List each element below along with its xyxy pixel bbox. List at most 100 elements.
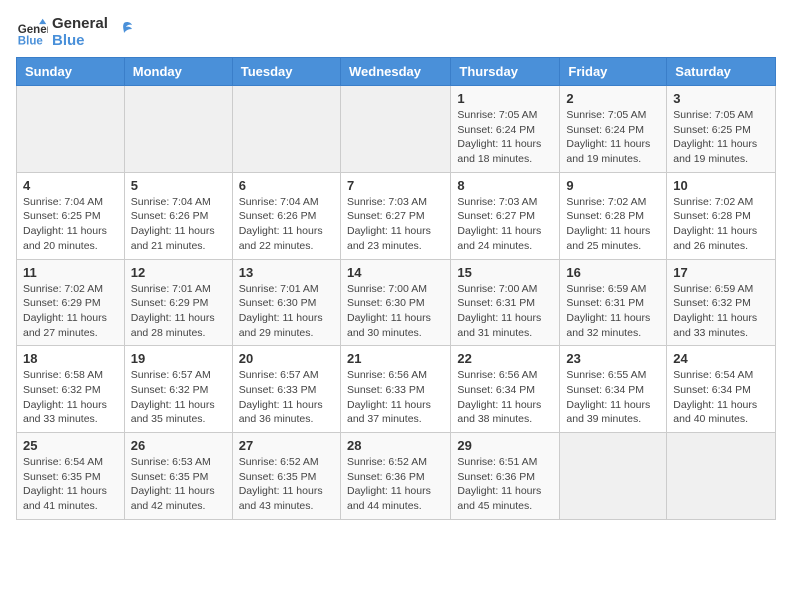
svg-text:Blue: Blue [18, 35, 44, 47]
calendar-cell [232, 86, 340, 173]
day-number: 16 [566, 265, 660, 280]
calendar-cell: 22 Sunrise: 6:56 AM Sunset: 6:34 PM Dayli… [451, 346, 560, 433]
calendar-cell [560, 433, 667, 520]
day-number: 20 [239, 351, 334, 366]
header: General Blue General Blue [16, 16, 776, 49]
weekday-header: Monday [124, 58, 232, 86]
day-number: 19 [131, 351, 226, 366]
day-info: Sunrise: 7:02 AM Sunset: 6:28 PM Dayligh… [673, 195, 769, 254]
calendar-week-row: 18 Sunrise: 6:58 AM Sunset: 6:32 PM Dayli… [17, 346, 776, 433]
day-number: 12 [131, 265, 226, 280]
day-number: 25 [23, 438, 118, 453]
svg-text:General: General [18, 24, 48, 36]
calendar-cell: 3Sunrise: 7:05 AM Sunset: 6:25 PM Daylig… [667, 86, 776, 173]
day-info: Sunrise: 7:05 AM Sunset: 6:24 PM Dayligh… [457, 108, 553, 167]
calendar-cell: 11Sunrise: 7:02 AM Sunset: 6:29 PM Dayli… [17, 259, 125, 346]
weekday-header: Wednesday [340, 58, 450, 86]
day-info: Sunrise: 7:01 AM Sunset: 6:30 PM Dayligh… [239, 282, 334, 341]
day-number: 10 [673, 178, 769, 193]
calendar-cell [340, 86, 450, 173]
calendar-cell: 6Sunrise: 7:04 AM Sunset: 6:26 PM Daylig… [232, 172, 340, 259]
day-number: 27 [239, 438, 334, 453]
calendar-cell: 24Sunrise: 6:54 AM Sunset: 6:34 PM Dayli… [667, 346, 776, 433]
day-info: Sunrise: 7:05 AM Sunset: 6:24 PM Dayligh… [566, 108, 660, 167]
day-number: 13 [239, 265, 334, 280]
calendar-cell: 19Sunrise: 6:57 AM Sunset: 6:32 PM Dayli… [124, 346, 232, 433]
weekday-header: Saturday [667, 58, 776, 86]
calendar-cell: 8 Sunrise: 7:03 AM Sunset: 6:27 PM Daylig… [451, 172, 560, 259]
day-number: 5 [131, 178, 226, 193]
weekday-header: Tuesday [232, 58, 340, 86]
calendar-cell: 26 Sunrise: 6:53 AM Sunset: 6:35 PM Dayli… [124, 433, 232, 520]
logo-icon: General Blue [16, 17, 48, 49]
calendar-cell: 14 Sunrise: 7:00 AM Sunset: 6:30 PM Dayli… [340, 259, 450, 346]
calendar-week-row: 11Sunrise: 7:02 AM Sunset: 6:29 PM Dayli… [17, 259, 776, 346]
day-info: Sunrise: 7:02 AM Sunset: 6:28 PM Dayligh… [566, 195, 660, 254]
calendar-cell: 9 Sunrise: 7:02 AM Sunset: 6:28 PM Daylig… [560, 172, 667, 259]
day-info: Sunrise: 7:01 AM Sunset: 6:29 PM Dayligh… [131, 282, 226, 341]
calendar-cell: 12 Sunrise: 7:01 AM Sunset: 6:29 PM Dayli… [124, 259, 232, 346]
calendar-week-row: 4 Sunrise: 7:04 AM Sunset: 6:25 PM Daylig… [17, 172, 776, 259]
day-number: 15 [457, 265, 553, 280]
day-number: 17 [673, 265, 769, 280]
day-info: Sunrise: 6:52 AM Sunset: 6:36 PM Dayligh… [347, 455, 444, 514]
weekday-header: Friday [560, 58, 667, 86]
day-number: 9 [566, 178, 660, 193]
calendar-cell: 10 Sunrise: 7:02 AM Sunset: 6:28 PM Dayli… [667, 172, 776, 259]
day-number: 14 [347, 265, 444, 280]
day-info: Sunrise: 6:57 AM Sunset: 6:33 PM Dayligh… [239, 368, 334, 427]
weekday-header: Thursday [451, 58, 560, 86]
day-number: 28 [347, 438, 444, 453]
day-info: Sunrise: 6:56 AM Sunset: 6:34 PM Dayligh… [457, 368, 553, 427]
logo-bird-icon [114, 19, 134, 39]
calendar-cell: 16 Sunrise: 6:59 AM Sunset: 6:31 PM Dayli… [560, 259, 667, 346]
day-number: 8 [457, 178, 553, 193]
day-number: 18 [23, 351, 118, 366]
calendar-cell: 28 Sunrise: 6:52 AM Sunset: 6:36 PM Dayli… [340, 433, 450, 520]
logo: General Blue General Blue [16, 16, 134, 49]
day-number: 22 [457, 351, 553, 366]
calendar-cell: 17 Sunrise: 6:59 AM Sunset: 6:32 PM Dayli… [667, 259, 776, 346]
calendar-week-row: 1 Sunrise: 7:05 AM Sunset: 6:24 PM Daylig… [17, 86, 776, 173]
day-number: 21 [347, 351, 444, 366]
calendar-cell: 23 Sunrise: 6:55 AM Sunset: 6:34 PM Dayli… [560, 346, 667, 433]
day-info: Sunrise: 6:51 AM Sunset: 6:36 PM Dayligh… [457, 455, 553, 514]
day-info: Sunrise: 7:00 AM Sunset: 6:31 PM Dayligh… [457, 282, 553, 341]
day-number: 1 [457, 91, 553, 106]
day-info: Sunrise: 7:04 AM Sunset: 6:25 PM Dayligh… [23, 195, 118, 254]
day-info: Sunrise: 7:03 AM Sunset: 6:27 PM Dayligh… [457, 195, 553, 254]
day-info: Sunrise: 7:00 AM Sunset: 6:30 PM Dayligh… [347, 282, 444, 341]
calendar-cell: 15 Sunrise: 7:00 AM Sunset: 6:31 PM Dayli… [451, 259, 560, 346]
day-number: 7 [347, 178, 444, 193]
day-number: 2 [566, 91, 660, 106]
logo-text-line2: Blue [52, 33, 108, 50]
calendar-cell: 21 Sunrise: 6:56 AM Sunset: 6:33 PM Dayli… [340, 346, 450, 433]
day-info: Sunrise: 6:52 AM Sunset: 6:35 PM Dayligh… [239, 455, 334, 514]
day-info: Sunrise: 7:02 AM Sunset: 6:29 PM Dayligh… [23, 282, 118, 341]
day-number: 23 [566, 351, 660, 366]
day-info: Sunrise: 6:55 AM Sunset: 6:34 PM Dayligh… [566, 368, 660, 427]
calendar-cell [667, 433, 776, 520]
calendar-cell [124, 86, 232, 173]
calendar-header-row: SundayMondayTuesdayWednesdayThursdayFrid… [17, 58, 776, 86]
day-number: 4 [23, 178, 118, 193]
day-info: Sunrise: 6:54 AM Sunset: 6:35 PM Dayligh… [23, 455, 118, 514]
calendar-cell: 27 Sunrise: 6:52 AM Sunset: 6:35 PM Dayli… [232, 433, 340, 520]
calendar-cell: 7 Sunrise: 7:03 AM Sunset: 6:27 PM Daylig… [340, 172, 450, 259]
calendar-week-row: 25 Sunrise: 6:54 AM Sunset: 6:35 PM Dayli… [17, 433, 776, 520]
day-info: Sunrise: 7:03 AM Sunset: 6:27 PM Dayligh… [347, 195, 444, 254]
day-info: Sunrise: 6:59 AM Sunset: 6:31 PM Dayligh… [566, 282, 660, 341]
day-number: 3 [673, 91, 769, 106]
calendar-cell: 4 Sunrise: 7:04 AM Sunset: 6:25 PM Daylig… [17, 172, 125, 259]
day-info: Sunrise: 6:58 AM Sunset: 6:32 PM Dayligh… [23, 368, 118, 427]
day-info: Sunrise: 6:56 AM Sunset: 6:33 PM Dayligh… [347, 368, 444, 427]
day-info: Sunrise: 6:59 AM Sunset: 6:32 PM Dayligh… [673, 282, 769, 341]
calendar-cell: 2 Sunrise: 7:05 AM Sunset: 6:24 PM Daylig… [560, 86, 667, 173]
day-number: 29 [457, 438, 553, 453]
calendar-cell: 25 Sunrise: 6:54 AM Sunset: 6:35 PM Dayli… [17, 433, 125, 520]
day-number: 26 [131, 438, 226, 453]
day-number: 24 [673, 351, 769, 366]
calendar-cell: 5Sunrise: 7:04 AM Sunset: 6:26 PM Daylig… [124, 172, 232, 259]
calendar-cell: 13 Sunrise: 7:01 AM Sunset: 6:30 PM Dayli… [232, 259, 340, 346]
day-info: Sunrise: 6:53 AM Sunset: 6:35 PM Dayligh… [131, 455, 226, 514]
